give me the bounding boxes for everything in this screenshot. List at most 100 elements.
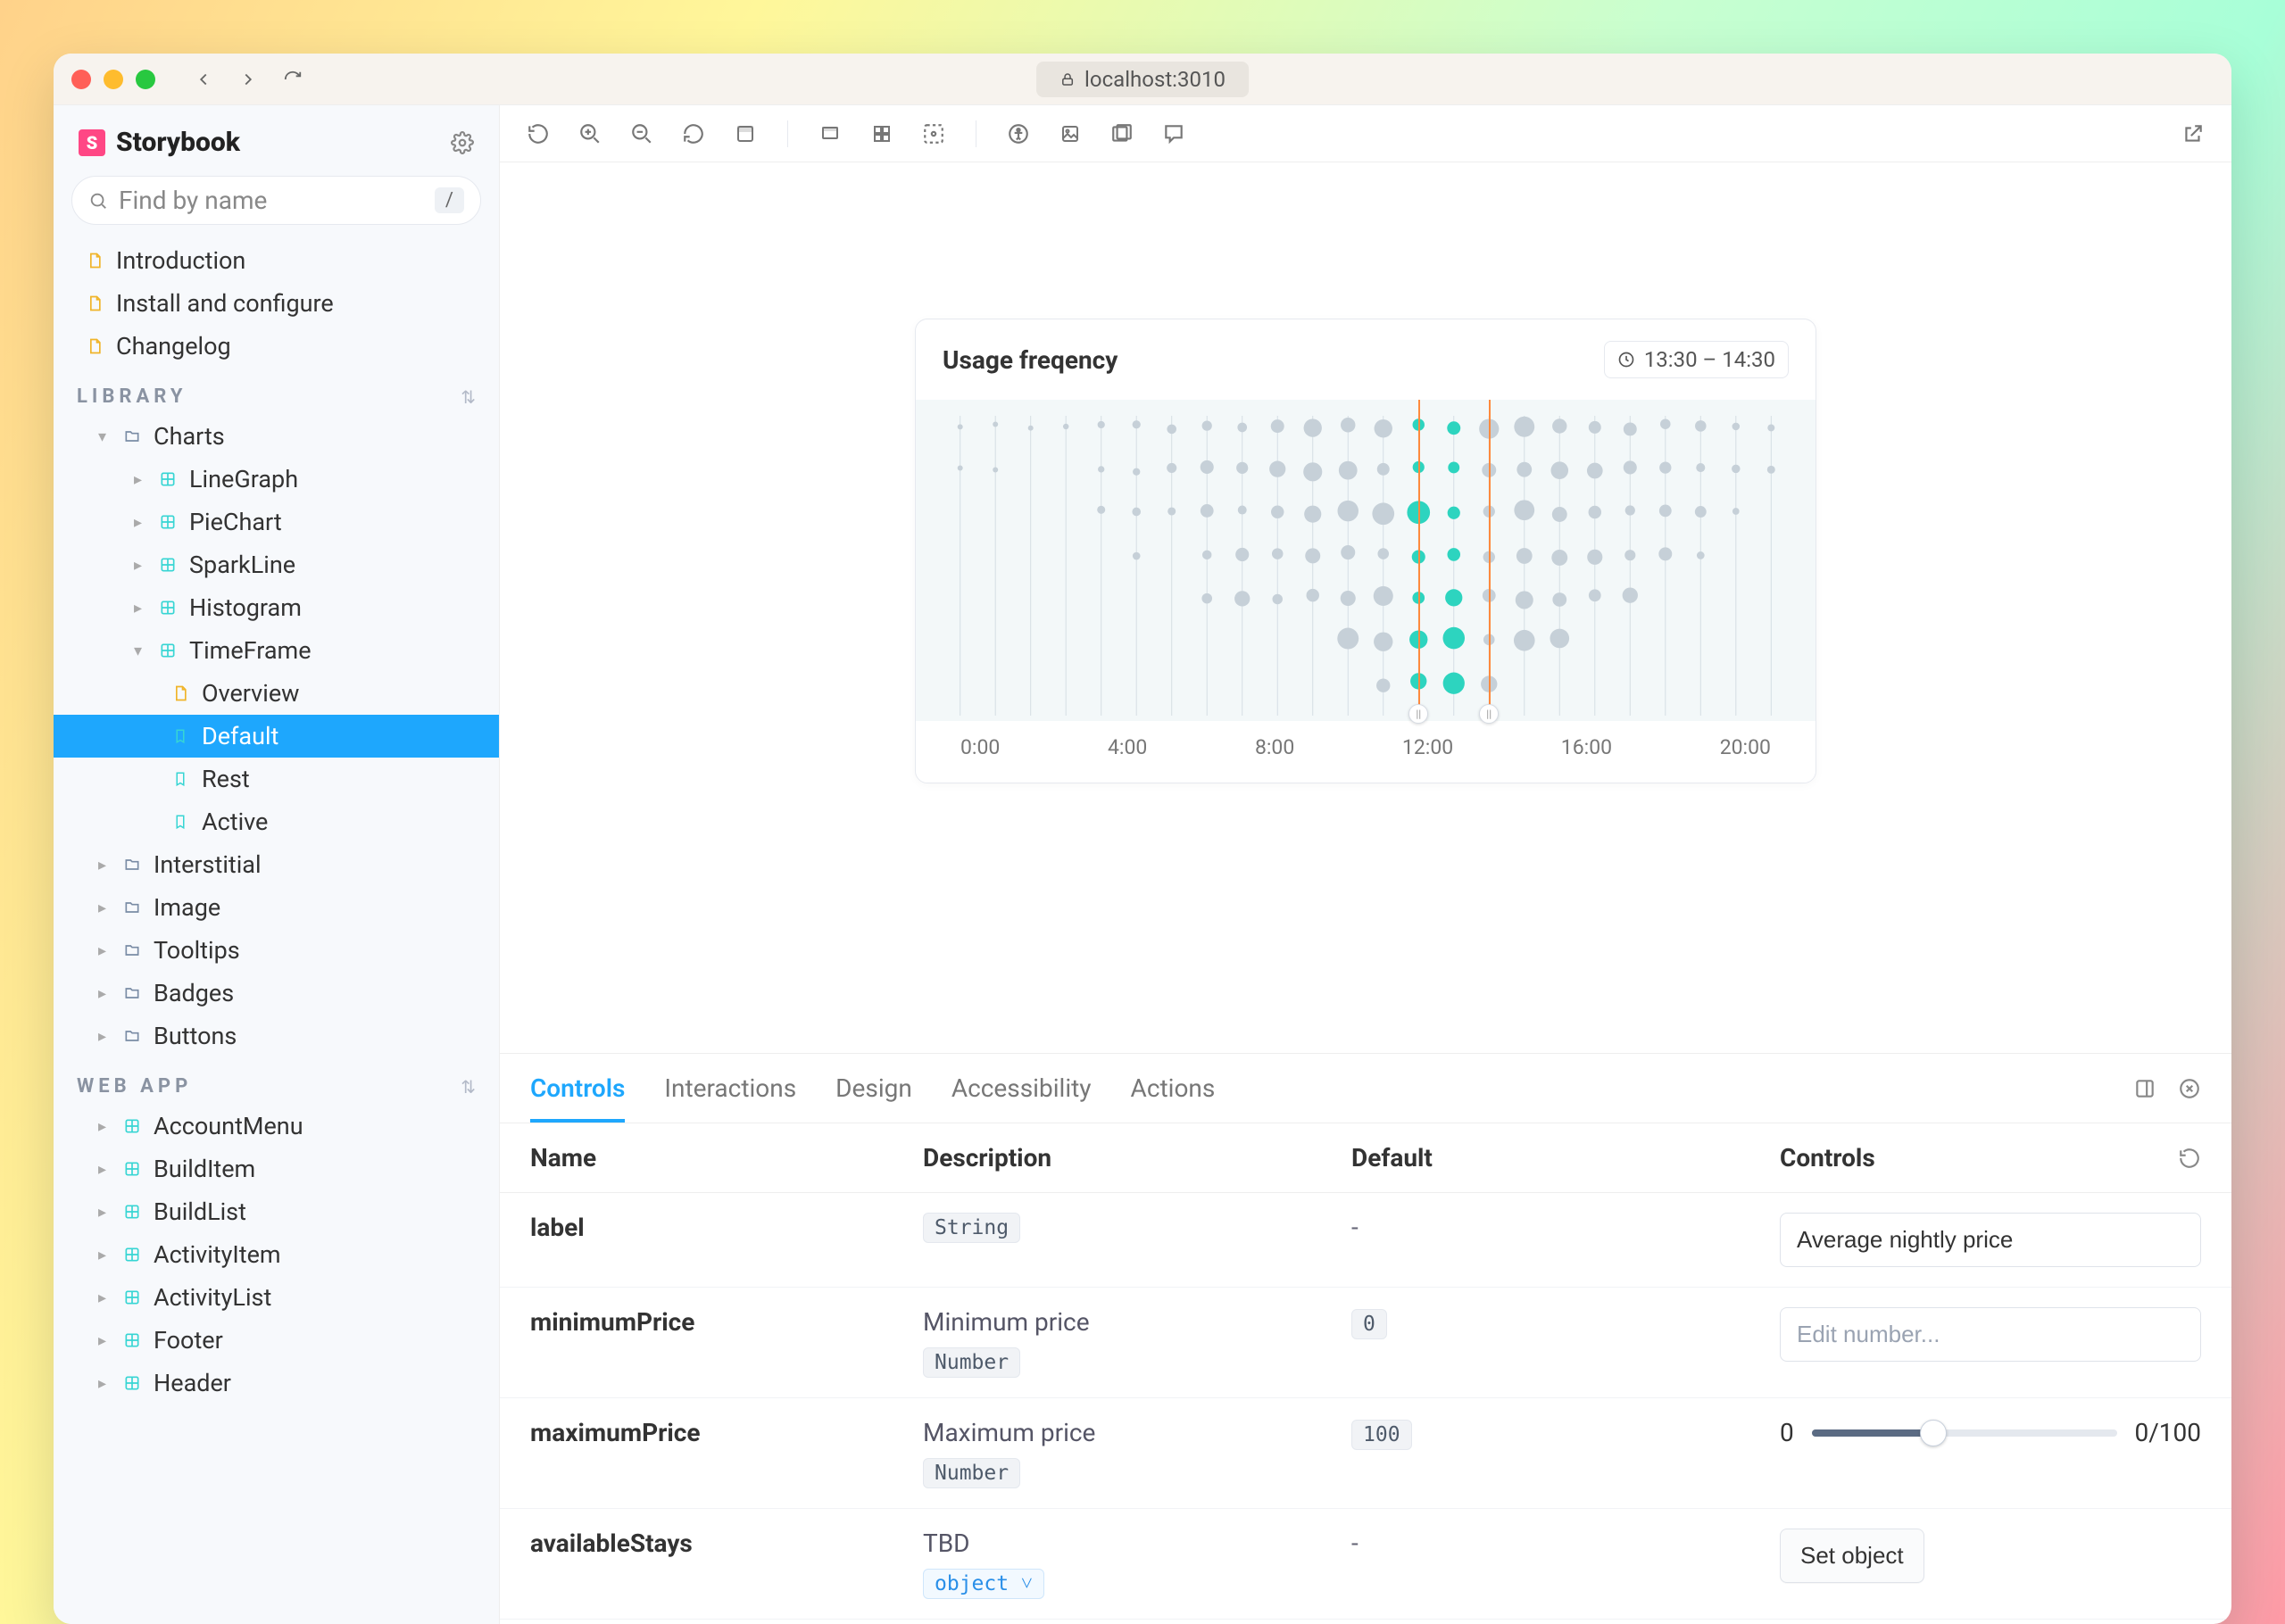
component-icon (121, 1372, 143, 1394)
image-button[interactable] (1057, 120, 1084, 147)
sidebar-component-timeframe[interactable]: ▾TimeFrame (54, 629, 499, 672)
prop-control: Set object (1780, 1529, 2201, 1583)
url-box[interactable]: localhost:3010 (1036, 62, 1249, 97)
measure-button[interactable] (920, 120, 947, 147)
maximize-window-button[interactable] (136, 70, 155, 89)
chart-area[interactable]: || || (916, 400, 1816, 721)
sidebar-story-overview[interactable]: Overview (54, 672, 499, 715)
sidebar-component-sparkline[interactable]: ▸SparkLine (54, 543, 499, 586)
remount-button[interactable] (525, 120, 552, 147)
sidebar-folder-buttons[interactable]: ▸Buttons (54, 1015, 499, 1057)
time-chip[interactable]: 13:30 – 14:30 (1604, 341, 1789, 378)
nav-reload-button[interactable] (280, 67, 305, 92)
sidebar-component-buildlist[interactable]: ▸BuildList (54, 1190, 499, 1233)
sidebar-story-default[interactable]: Default (54, 715, 499, 758)
controls-table: Name Description Default Controls labelS… (500, 1123, 2231, 1624)
brand[interactable]: S Storybook (79, 127, 240, 158)
comments-button[interactable] (1160, 120, 1187, 147)
background-button[interactable] (732, 120, 759, 147)
grid-button[interactable] (868, 120, 895, 147)
tab-controls[interactable]: Controls (530, 1054, 625, 1123)
axis-tick: 12:00 (1402, 735, 1453, 759)
addons-orientation-button[interactable] (2133, 1077, 2156, 1100)
section-sort-icon[interactable]: ⇅ (461, 1076, 476, 1098)
sidebar: S Storybook Find by name / IntroductionI… (54, 105, 500, 1624)
prop-control (1780, 1213, 2201, 1267)
prop-description: TBDobject ˅ (923, 1529, 1351, 1599)
section-sort-icon[interactable]: ⇅ (461, 386, 476, 408)
table-row: availableStaysTBDobject ˅-Set object (500, 1509, 2231, 1620)
sidebar-component-footer[interactable]: ▸Footer (54, 1319, 499, 1362)
nav-back-button[interactable] (191, 67, 216, 92)
sidebar-component-accountmenu[interactable]: ▸AccountMenu (54, 1105, 499, 1148)
search-input[interactable]: Find by name / (71, 176, 481, 225)
sidebar-component-activitylist[interactable]: ▸ActivityList (54, 1276, 499, 1319)
number-control[interactable] (1780, 1307, 2201, 1362)
brand-name: Storybook (116, 127, 240, 158)
table-row: maximumPriceMaximum priceNumber10000/100 (500, 1398, 2231, 1509)
prop-description: Minimum priceNumber (923, 1307, 1351, 1378)
zoom-reset-button[interactable] (680, 120, 707, 147)
nav-forward-button[interactable] (236, 67, 261, 92)
prop-default: - (1351, 1529, 1780, 1558)
clock-icon (1617, 351, 1635, 369)
addons-tabs: Controls Interactions Design Accessibility A… (500, 1054, 2231, 1123)
sidebar-component-histogram[interactable]: ▸Histogram (54, 586, 499, 629)
sidebar-component-header[interactable]: ▸Header (54, 1362, 499, 1404)
toolbar (500, 105, 2231, 162)
sidebar-component-builditem[interactable]: ▸BuildItem (54, 1148, 499, 1190)
sidebar-component-linegraph[interactable]: ▸LineGraph (54, 458, 499, 501)
sidebar-story-rest[interactable]: Rest (54, 758, 499, 800)
component-icon (157, 640, 179, 661)
component-icon (121, 1115, 143, 1137)
open-new-tab-button[interactable] (2180, 120, 2206, 147)
sidebar-folder-tooltips[interactable]: ▸Tooltips (54, 929, 499, 972)
minimize-window-button[interactable] (104, 70, 123, 89)
tab-actions[interactable]: Actions (1131, 1054, 1216, 1123)
viewport-button[interactable] (817, 120, 843, 147)
sidebar-doc-1[interactable]: Install and configure (54, 282, 499, 325)
text-control[interactable] (1780, 1213, 2201, 1267)
document-icon (170, 683, 191, 704)
settings-button[interactable] (451, 131, 474, 154)
component-icon (157, 468, 179, 490)
reset-controls-button[interactable] (2178, 1147, 2201, 1170)
tab-design[interactable]: Design (835, 1054, 912, 1123)
selection-line-end (1489, 400, 1491, 721)
type-badge[interactable]: object ˅ (923, 1569, 1044, 1599)
section-library: LIBRARY (77, 385, 187, 408)
zoom-out-button[interactable] (628, 120, 655, 147)
tab-accessibility[interactable]: Accessibility (951, 1054, 1092, 1123)
sidebar-doc-2[interactable]: Changelog (54, 325, 499, 368)
storybook-logo-icon: S (79, 129, 105, 156)
axis-tick: 0:00 (960, 735, 1000, 759)
prop-name: availableStays (530, 1529, 923, 1558)
tab-interactions[interactable]: Interactions (664, 1054, 796, 1123)
bubble-chart (916, 400, 1816, 721)
outline-button[interactable] (1109, 120, 1135, 147)
addons-close-button[interactable] (2178, 1077, 2201, 1100)
col-controls: Controls (1780, 1143, 1875, 1172)
sidebar-folder-image[interactable]: ▸Image (54, 886, 499, 929)
folder-icon (121, 854, 143, 875)
component-icon (121, 1330, 143, 1351)
sidebar-folder-interstitial[interactable]: ▸Interstitial (54, 843, 499, 886)
folder-icon (121, 897, 143, 918)
addons-panel: Controls Interactions Design Accessibility A… (500, 1053, 2231, 1624)
canvas: Usage freqency 13:30 – 14:30 || || 0:00 (500, 162, 2231, 1053)
axis-tick: 16:00 (1561, 735, 1612, 759)
component-icon (157, 554, 179, 576)
sidebar-folder-charts[interactable]: ▾Charts (54, 415, 499, 458)
sidebar-folder-badges[interactable]: ▸Badges (54, 972, 499, 1015)
component-icon (121, 1158, 143, 1180)
sidebar-component-piechart[interactable]: ▸PieChart (54, 501, 499, 543)
close-window-button[interactable] (71, 70, 91, 89)
range-control[interactable] (1812, 1429, 2117, 1437)
a11y-button[interactable] (1005, 120, 1032, 147)
sidebar-doc-0[interactable]: Introduction (54, 239, 499, 282)
object-control-button[interactable]: Set object (1780, 1529, 1924, 1583)
zoom-in-button[interactable] (577, 120, 603, 147)
sidebar-story-active[interactable]: Active (54, 800, 499, 843)
sidebar-component-activityitem[interactable]: ▸ActivityItem (54, 1233, 499, 1276)
component-icon (121, 1287, 143, 1308)
